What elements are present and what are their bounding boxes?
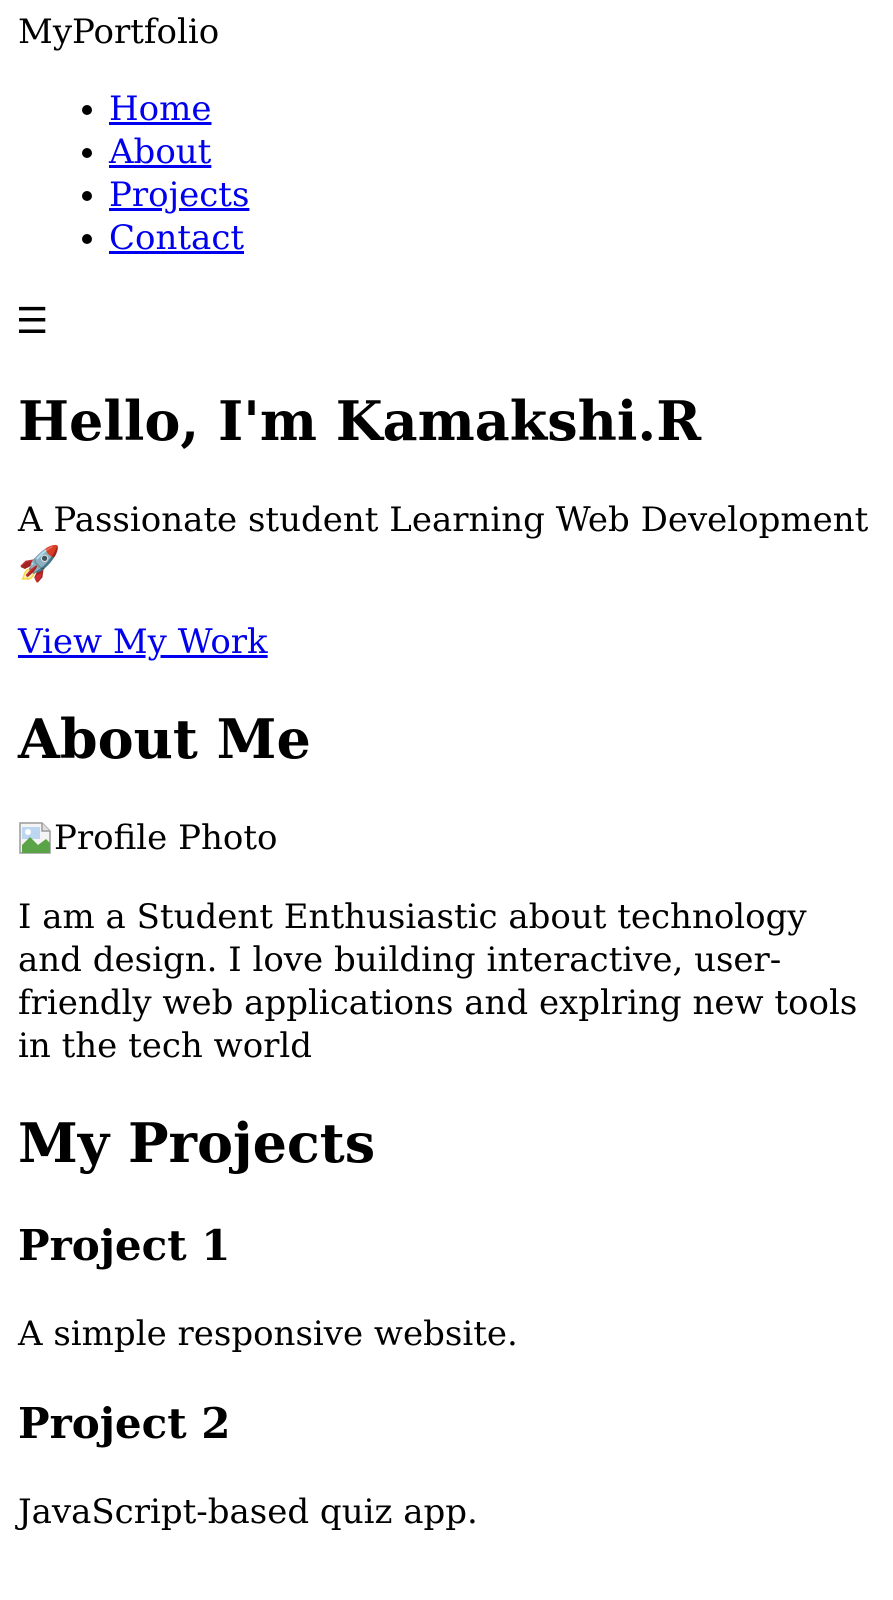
project-1-title: Project 1 — [18, 1221, 231, 1270]
nav-link-projects[interactable]: Projects — [109, 175, 249, 215]
profile-photo: Profile Photo — [18, 816, 277, 860]
projects-title: My Projects — [18, 1111, 376, 1175]
hero-subtitle: A Passionate student Learning Web Develo… — [18, 498, 878, 586]
main-nav: Home About Projects Contact — [0, 88, 249, 260]
portfolio-page: MyPortfolio Home About Projects Contact … — [0, 0, 893, 1600]
site-logo: MyPortfolio — [18, 12, 220, 52]
about-text: I am a Student Enthusiastic about techno… — [18, 897, 858, 1066]
nav-item-home: Home — [109, 88, 249, 131]
nav-link-about[interactable]: About — [109, 132, 211, 172]
profile-photo-alt-text: Profile Photo — [54, 818, 278, 858]
hero-title: Hello, I'm Kamakshi.R — [18, 389, 702, 453]
about-title: About Me — [18, 707, 311, 771]
view-my-work-link[interactable]: View My Work — [18, 620, 268, 664]
hamburger-menu-icon[interactable]: ☰ — [16, 300, 48, 344]
hero-subtitle-text: A Passionate student Learning Web Develo… — [18, 500, 869, 540]
nav-link-contact[interactable]: Contact — [109, 218, 244, 258]
nav-item-about: About — [109, 131, 249, 174]
project-1-description: A simple responsive website. — [18, 1314, 518, 1354]
broken-image-icon — [18, 821, 52, 855]
nav-link-home[interactable]: Home — [109, 89, 211, 129]
rocket-icon: 🚀 — [18, 544, 61, 584]
project-2-title: Project 2 — [18, 1399, 231, 1448]
nav-item-projects: Projects — [109, 174, 249, 217]
project-2-description: JavaScript-based quiz app. — [18, 1492, 478, 1532]
nav-item-contact: Contact — [109, 217, 249, 260]
